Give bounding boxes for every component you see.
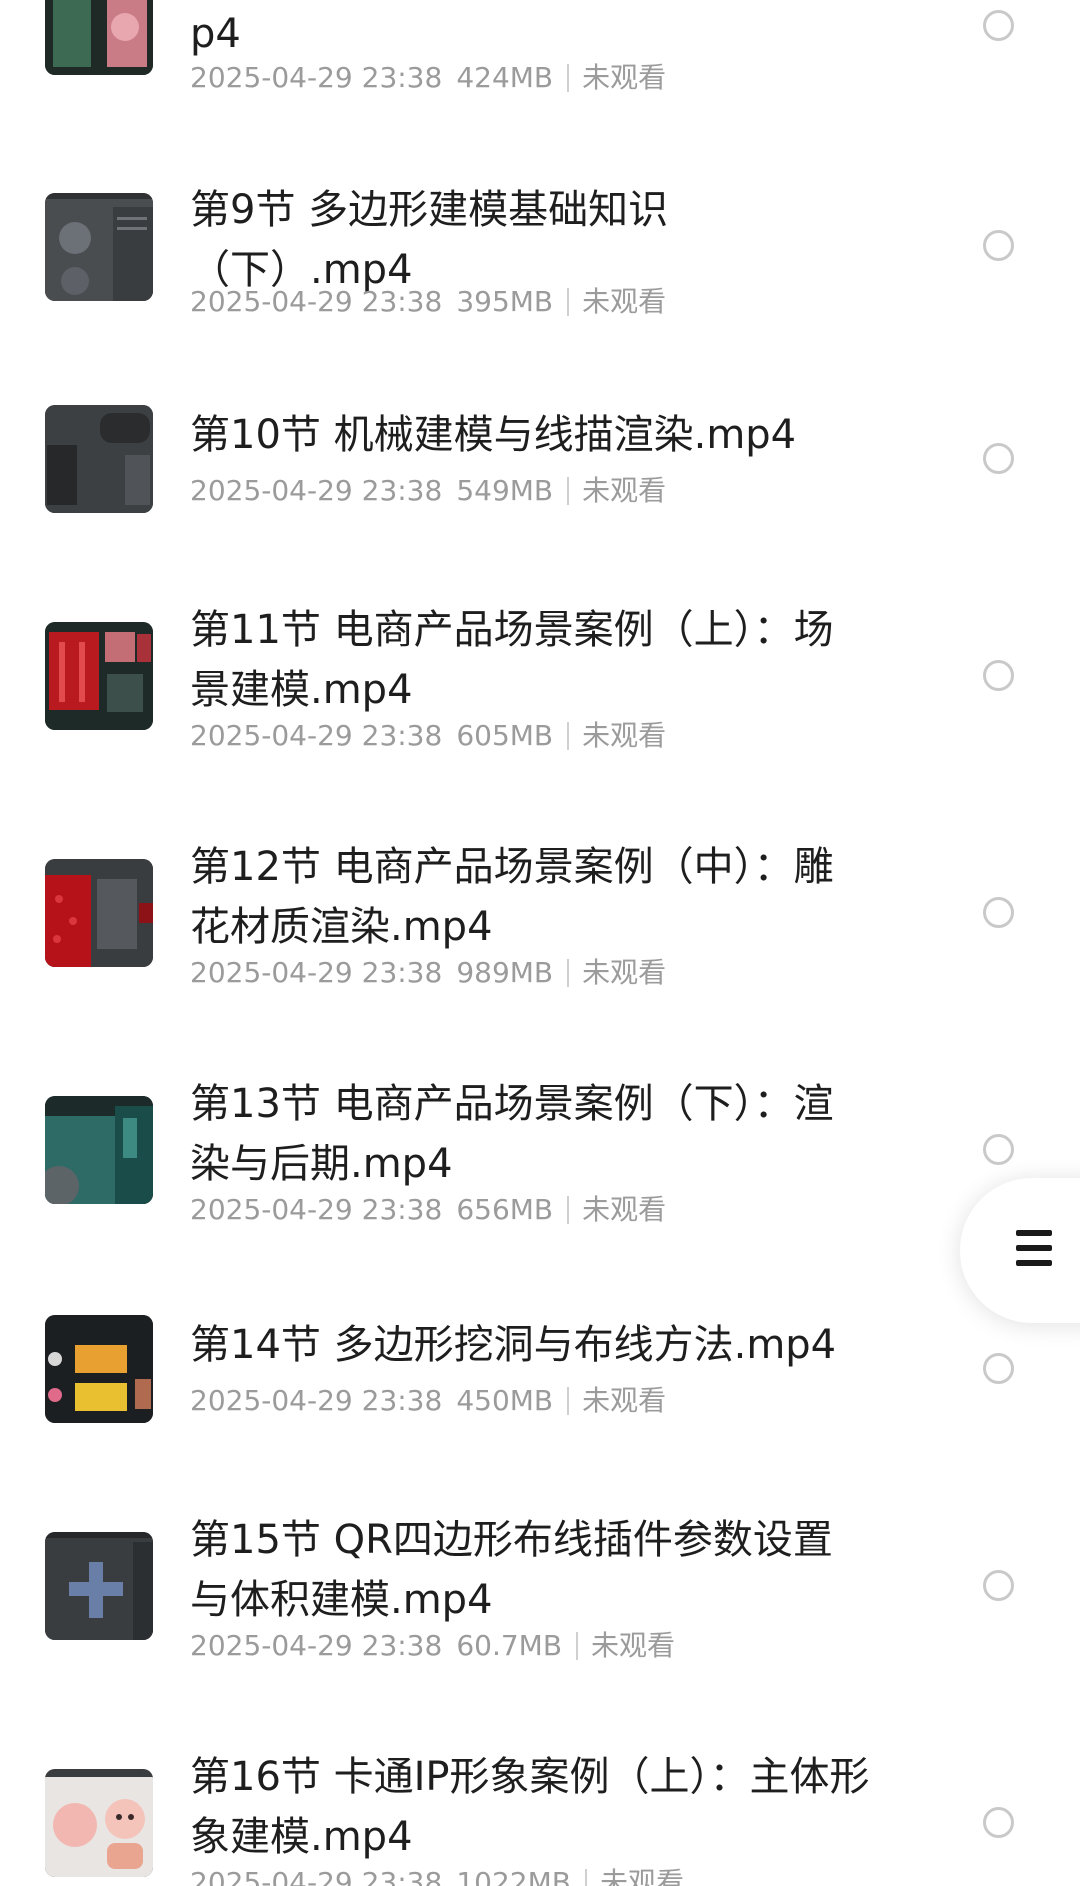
meta-divider [567, 1387, 570, 1415]
file-size: 656MB [456, 1193, 554, 1226]
file-name: 第15节 QR四边形布线插件参数设置与体积建模.mp4 [190, 1517, 833, 1623]
file-date: 2025-04-29 23:38 [190, 956, 443, 989]
file-size: 424MB [456, 61, 554, 94]
select-radio[interactable] [983, 10, 1014, 41]
file-name: 第13节 电商产品场景案例（下）：渲染与后期.mp4 [190, 1081, 834, 1187]
video-thumbnail [45, 193, 153, 301]
select-radio[interactable] [983, 1807, 1014, 1838]
list-item[interactable]: 第16节 卡通IP形象案例（上）：主体形象建模.mp4 2025-04-29 2… [0, 1747, 1080, 1886]
file-name: 第14节 多边形挖洞与布线方法.mp4 [190, 1322, 837, 1368]
watch-status: 未观看 [582, 474, 667, 507]
video-thumbnail [45, 1532, 153, 1640]
file-name: 第11节 电商产品场景案例（上）：场景建模.mp4 [190, 607, 834, 713]
watch-status: 未观看 [582, 61, 667, 94]
select-radio[interactable] [983, 660, 1014, 691]
watch-status: 未观看 [582, 719, 667, 752]
file-meta: 2025-04-29 23:38 549MB 未观看 [190, 473, 666, 509]
watch-status: 未观看 [582, 1193, 667, 1226]
video-thumbnail [45, 405, 153, 513]
file-name: 第16节 卡通IP形象案例（上）：主体形象建模.mp4 [190, 1754, 870, 1860]
video-thumbnail [45, 0, 153, 75]
file-date: 2025-04-29 23:38 [190, 1193, 443, 1226]
list-item[interactable]: 第10节 机械建模与线描渲染.mp4 2025-04-29 23:38 549MB… [0, 405, 1080, 525]
video-thumbnail [45, 622, 153, 730]
list-item[interactable]: p4 2025-04-29 23:38 424MB 未观看 [0, 0, 1080, 130]
file-name: 第9节 多边形建模基础知识（下）.mp4 [190, 187, 669, 293]
file-date: 2025-04-29 23:38 [190, 719, 443, 752]
meta-divider [567, 959, 570, 987]
file-size: 989MB [456, 956, 554, 989]
watch-status: 未观看 [582, 1384, 667, 1417]
meta-divider [567, 477, 570, 505]
file-meta: 2025-04-29 23:38 60.7MB 未观看 [190, 1628, 675, 1664]
watch-status: 未观看 [582, 956, 667, 989]
select-radio[interactable] [983, 897, 1014, 928]
file-list: p4 2025-04-29 23:38 424MB 未观看 第9节 多边形建模基础知… [0, 0, 1080, 1886]
file-name: 第12节 电商产品场景案例（中）：雕花材质渲染.mp4 [190, 844, 834, 950]
watch-status: 未观看 [599, 1866, 684, 1886]
file-meta: 2025-04-29 23:38 989MB 未观看 [190, 955, 666, 991]
meta-divider [567, 1196, 570, 1224]
list-item[interactable]: 第12节 电商产品场景案例（中）：雕花材质渲染.mp4 2025-04-29 2… [0, 837, 1080, 1007]
watch-status: 未观看 [582, 285, 667, 318]
file-name: 第10节 机械建模与线描渲染.mp4 [190, 412, 797, 458]
meta-divider [567, 64, 570, 92]
file-name: p4 [190, 11, 241, 57]
file-size: 60.7MB [456, 1629, 563, 1662]
file-size: 605MB [456, 719, 554, 752]
file-date: 2025-04-29 23:38 [190, 1629, 443, 1662]
select-radio[interactable] [983, 1570, 1014, 1601]
file-meta: 2025-04-29 23:38 1022MB 未观看 [190, 1865, 684, 1886]
video-thumbnail [45, 1315, 153, 1423]
video-thumbnail [45, 1769, 153, 1877]
file-size: 450MB [456, 1384, 554, 1417]
file-meta: 2025-04-29 23:38 424MB 未观看 [190, 60, 666, 96]
select-radio[interactable] [983, 1134, 1014, 1165]
select-radio[interactable] [983, 1353, 1014, 1384]
file-date: 2025-04-29 23:38 [190, 61, 443, 94]
video-thumbnail [45, 859, 153, 967]
file-meta: 2025-04-29 23:38 605MB 未观看 [190, 718, 666, 754]
list-item[interactable]: 第13节 电商产品场景案例（下）：渲染与后期.mp4 2025-04-29 23… [0, 1074, 1080, 1244]
file-meta: 2025-04-29 23:38 656MB 未观看 [190, 1192, 666, 1228]
meta-divider [584, 1869, 587, 1886]
watch-status: 未观看 [591, 1629, 676, 1662]
list-item[interactable]: 第15节 QR四边形布线插件参数设置与体积建模.mp4 2025-04-29 2… [0, 1510, 1080, 1680]
file-size: 1022MB [456, 1866, 571, 1886]
file-size: 549MB [456, 474, 554, 507]
file-date: 2025-04-29 23:38 [190, 1866, 443, 1886]
file-meta: 2025-04-29 23:38 450MB 未观看 [190, 1383, 666, 1419]
list-item[interactable]: 第11节 电商产品场景案例（上）：场景建模.mp4 2025-04-29 23:… [0, 600, 1080, 770]
file-date: 2025-04-29 23:38 [190, 285, 443, 318]
meta-divider [567, 288, 570, 316]
file-date: 2025-04-29 23:38 [190, 1384, 443, 1417]
file-date: 2025-04-29 23:38 [190, 474, 443, 507]
meta-divider [576, 1632, 579, 1660]
meta-divider [567, 722, 570, 750]
select-radio[interactable] [983, 230, 1014, 261]
file-size: 395MB [456, 285, 554, 318]
file-meta: 2025-04-29 23:38 395MB 未观看 [190, 284, 666, 320]
list-item[interactable]: 第14节 多边形挖洞与布线方法.mp4 2025-04-29 23:38 450M… [0, 1315, 1080, 1435]
video-thumbnail [45, 1096, 153, 1204]
select-radio[interactable] [983, 443, 1014, 474]
menu-icon [1016, 1230, 1052, 1275]
list-item[interactable]: 第9节 多边形建模基础知识（下）.mp4 2025-04-29 23:38 395… [0, 180, 1080, 350]
